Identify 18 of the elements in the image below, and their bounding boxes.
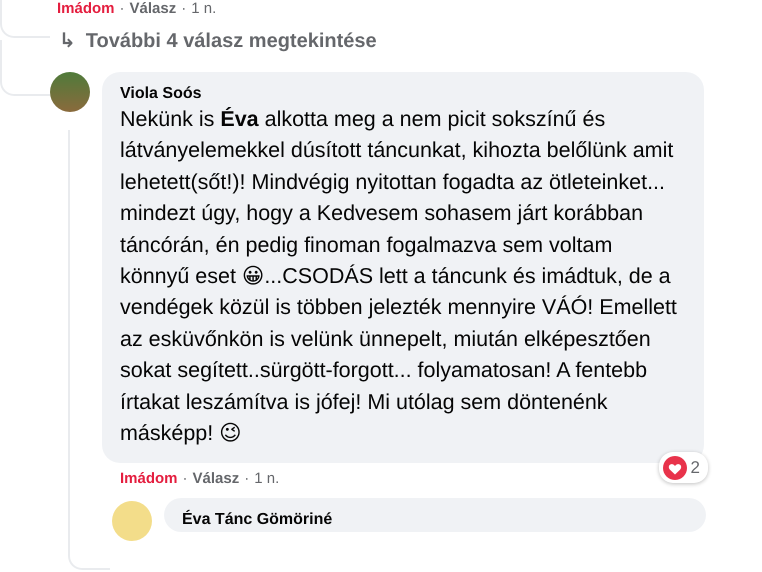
author-name[interactable]: Viola Soós	[120, 84, 690, 104]
separator-dot: ·	[244, 470, 250, 488]
reply-link[interactable]: Válasz	[192, 470, 240, 488]
reaction-link[interactable]: Imádom	[120, 470, 178, 488]
reaction-link[interactable]: Imádom	[57, 0, 115, 18]
timestamp[interactable]: 1 n.	[254, 470, 280, 488]
separator-dot: ·	[120, 0, 125, 18]
comment-text: Nekünk is Éva alkotta meg a nem picit sokszínű és látványelemekkel dúsított táncunkat, kihozta belőlünk amit lehetett(sőt!)! Mindvégig nyitottan fogadta az ötleteinket... mindezt úgy, hogy a Kedvesem sohasem járt korábban táncórán, én pedig finoman fogalmazva sem voltam könnyű eset 😀...CSODÁS lett a táncunk és imádtuk, de a vendégek közül is többen jelezték mennyire VÁÓ! Emellett az esküvőnkön is velünk ünnepelt, miután elképesztően sokat segített..sürgött-forgott... folyamatosan! A fentebb írtakat leszámítva is jófej! Mi utólag sem döntenénk másképp! 😉	[120, 106, 678, 448]
separator-dot: ·	[181, 0, 186, 18]
author-name[interactable]: Éva Tánc Gömöriné	[182, 510, 692, 530]
reaction-count-badge[interactable]: 2	[658, 452, 708, 484]
reply-link[interactable]: Válasz	[130, 0, 176, 18]
separator-dot: ·	[182, 470, 188, 488]
thread-line	[0, 40, 50, 96]
view-more-replies-link[interactable]: További 4 válasz megtekintése	[86, 26, 377, 56]
avatar-photo[interactable]	[50, 72, 90, 112]
reply-arrow-icon: ↳	[59, 26, 76, 56]
timestamp[interactable]: 1 n.	[191, 0, 216, 18]
